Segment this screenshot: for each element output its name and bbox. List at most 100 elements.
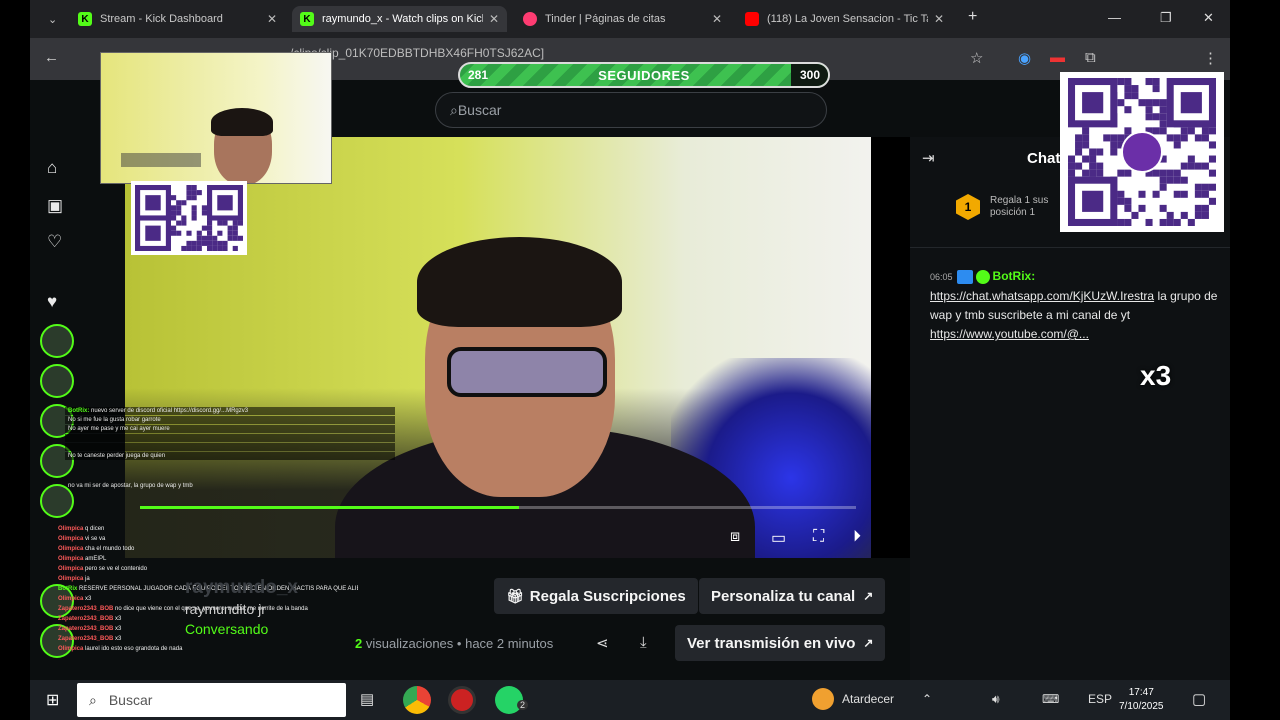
gift-leaderboard[interactable]: 1 Regala 1 sus posición 1 [956,194,1048,220]
minimize-icon[interactable]: — [1108,10,1121,25]
tab-title: (118) La Joven Sensacion - Tic Tac [767,13,928,25]
qr-module [227,235,233,241]
qr-module [212,240,218,246]
category-link[interactable]: Conversando [185,621,298,637]
obs-icon[interactable] [448,686,476,714]
message-link[interactable]: https://www.youtube.com/@... [930,327,1089,341]
qr-module [1159,106,1167,114]
share-icon[interactable]: ⋖ [596,634,609,652]
message-link[interactable]: https://chat.whatsapp.com/KjKUzW.Irestra [930,289,1154,303]
close-icon[interactable]: ✕ [712,12,722,26]
qr-finder [1082,92,1104,114]
new-tab-button[interactable]: + [968,8,977,26]
qr-module [191,195,197,201]
maximize-icon[interactable]: ❐ [1160,10,1172,26]
close-window-icon[interactable]: ✕ [1203,10,1214,26]
close-icon[interactable]: ✕ [934,12,944,26]
list-item: Olimpica cha el mundo todo [58,546,135,552]
qr-module [1152,78,1160,86]
qr-module [1096,148,1104,156]
qr-module [171,230,177,236]
tab-youtube[interactable]: (118) La Joven Sensacion - Tic Tac ✕ [737,6,952,32]
windows-taskbar: ⊞ ⌕ Buscar ▤ 2 Atardecer ⌃ 🔊︎ ⌨ ESP 17:4… [30,680,1230,720]
fullscreen-icon[interactable]: ⛶ [813,528,824,546]
weather-text[interactable]: Atardecer [842,692,894,706]
qr-module [1152,169,1160,177]
back-icon[interactable]: ← [44,49,59,66]
tab-list-button[interactable]: ⌄ [40,6,65,32]
weather-icon[interactable] [812,688,834,710]
qr-module [1145,113,1153,121]
qr-module [1159,183,1167,191]
list-item [65,434,395,442]
theater-mode-icon[interactable]: ▭ [771,528,786,548]
qr-module [1166,176,1174,184]
qr-module [1152,190,1160,198]
tab-kick-dashboard[interactable]: K Stream - Kick Dashboard ✕ [70,6,285,32]
following-icon[interactable]: ♡ [47,232,62,252]
avatar[interactable] [40,364,74,398]
network-icon[interactable]: ⌨ [1042,692,1059,706]
tab-kick-clip[interactable]: K raymundo_x - Watch clips on Kick ✕ [292,6,507,32]
clock-date: 7/10/2025 [1119,701,1164,712]
qr-module [1180,176,1188,184]
qr-module [1201,204,1209,212]
qr-module [207,220,213,226]
puzzle-icon[interactable]: ⧉ [1085,49,1096,66]
gift-subs-button[interactable]: 🎁︎ Regala Suscripciones [494,578,698,614]
extension-icon[interactable]: ▬ [1050,49,1065,66]
chevron-up-icon[interactable]: ⌃ [922,692,932,706]
close-icon[interactable]: ✕ [489,12,499,26]
qr-logo [1120,131,1164,173]
speaker-icon[interactable]: 🔊︎ [992,692,1000,707]
star-icon[interactable]: ☆ [970,49,983,67]
customize-channel-button[interactable]: Personaliza tu canal ↗ [699,578,886,614]
windows-start-icon[interactable]: ⊞ [46,690,59,710]
qr-module [212,245,218,251]
video-progress-bar[interactable] [140,506,856,509]
qr-module [171,205,177,211]
qr-module [232,230,238,236]
qr-module [181,220,187,226]
left-black-bar [0,0,30,720]
qr-module [1159,113,1167,121]
qr-module [1173,169,1181,177]
play-icon[interactable]: ⏵ [853,528,861,546]
notifications-icon[interactable]: ▢ [1192,690,1206,708]
close-icon[interactable]: ✕ [267,12,277,26]
collapse-chat-icon[interactable]: ⇥ [922,149,935,167]
task-view-icon[interactable]: ▤ [360,690,374,708]
qr-module [1208,141,1216,149]
qr-module [1173,141,1181,149]
search-input[interactable]: ⌕ Buscar [435,92,827,128]
clock[interactable]: 17:47 7/10/2025 [1119,686,1164,714]
home-icon[interactable]: ⌂ [47,158,57,178]
qr-module [196,230,202,236]
taskbar-search[interactable]: ⌕ Buscar [77,683,346,717]
tab-title: Stream - Kick Dashboard [100,13,223,25]
rank-badge: 1 [956,194,980,220]
browse-icon[interactable]: ▣ [47,196,63,216]
qr-module [237,235,243,241]
qr-module [1124,106,1132,114]
qr-module [181,215,187,221]
divider [910,247,1230,248]
channel-name[interactable]: raymundo_x [185,577,298,599]
message-user[interactable]: BotRix: [993,269,1036,283]
heart-icon[interactable]: ♥ [47,292,57,312]
language-indicator[interactable]: ESP [1088,692,1112,706]
tab-tinder[interactable]: Tinder | Páginas de citas ✕ [515,6,730,32]
menu-dots-icon[interactable]: ⋮ [1203,49,1218,67]
qr-module [176,220,182,226]
chrome-icon[interactable] [403,686,431,714]
download-icon[interactable]: ⤓ [640,634,647,651]
extension-icon[interactable]: ◉ [1018,49,1031,67]
watch-live-button[interactable]: Ver transmisión en vivo ↗ [675,625,886,661]
qr-module [196,245,202,251]
qr-module [1089,155,1097,163]
qr-module [1159,169,1167,177]
pip-icon[interactable]: ⧈ [730,528,740,546]
avatar[interactable] [40,324,74,358]
qr-module [191,215,197,221]
qr-module [1131,85,1139,93]
